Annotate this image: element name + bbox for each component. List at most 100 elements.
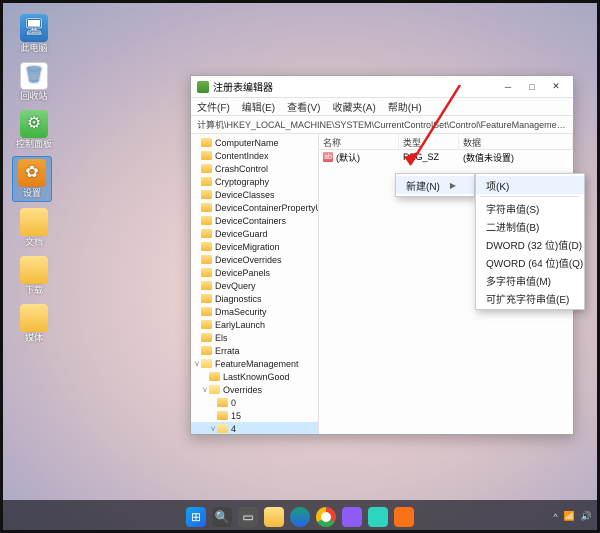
system-tray[interactable]: ^ 📶 🔊	[553, 511, 592, 522]
expand-toggle-icon[interactable]: v	[209, 424, 217, 433]
tree-node-label: EarlyLaunch	[215, 320, 265, 330]
tree-node[interactable]: ContentIndex	[191, 149, 318, 162]
col-type[interactable]: 类型	[399, 134, 459, 149]
tree-node-label: Cryptography	[215, 177, 269, 187]
tree-node[interactable]: LastKnownGood	[191, 370, 318, 383]
tree-node[interactable]: v Overrides	[191, 383, 318, 396]
taskbar-app-1[interactable]	[342, 507, 362, 527]
tray-chevron-icon[interactable]: ^	[553, 512, 557, 522]
desktop-icon-control-panel[interactable]: ⚙ 控制面板	[14, 110, 54, 150]
tree-node[interactable]: Els	[191, 331, 318, 344]
tree-node-label: LastKnownGood	[223, 372, 290, 382]
tree-node[interactable]: DeviceGuard	[191, 227, 318, 240]
tree-node-label: DeviceGuard	[215, 229, 268, 239]
value-type: REG_SZ	[399, 152, 459, 162]
menu-file[interactable]: 文件(F)	[197, 99, 230, 114]
desktop-icon-label: 回收站	[14, 92, 54, 102]
window-title: 注册表编辑器	[213, 79, 273, 94]
taskbar-edge[interactable]	[290, 507, 310, 527]
task-view-button[interactable]: ▭	[238, 507, 258, 527]
close-button[interactable]: ✕	[545, 80, 567, 94]
menu-item-string[interactable]: 字符串值(S)	[476, 199, 584, 217]
tree-node[interactable]: Diagnostics	[191, 292, 318, 305]
menu-favorites[interactable]: 收藏夹(A)	[332, 99, 375, 114]
menu-item-label: 可扩充字符串值(E)	[486, 291, 569, 306]
tree-node[interactable]: ComputerName	[191, 136, 318, 149]
menu-item-expandstring[interactable]: 可扩充字符串值(E)	[476, 289, 584, 307]
tree-node[interactable]: DevQuery	[191, 279, 318, 292]
tree-node[interactable]: DevicePanels	[191, 266, 318, 279]
col-name[interactable]: 名称	[319, 134, 399, 149]
menu-item-label: 项(K)	[486, 178, 509, 193]
value-row[interactable]: ab(默认)REG_SZ(数值未设置)	[319, 150, 573, 164]
menu-item-key[interactable]: 项(K)	[476, 176, 584, 194]
tree-node-label: Errata	[215, 346, 240, 356]
tree-node[interactable]: DeviceMigration	[191, 240, 318, 253]
tree-node-label: Overrides	[223, 385, 262, 395]
tree-node[interactable]: DmaSecurity	[191, 305, 318, 318]
folder-icon	[201, 307, 212, 316]
tree-node[interactable]: 15	[191, 409, 318, 422]
tree-node[interactable]: DeviceContainers	[191, 214, 318, 227]
desktop-icon-folder-2[interactable]: 下载	[14, 256, 54, 296]
tree-node[interactable]: v4	[191, 422, 318, 434]
desktop-icon-folder-3[interactable]: 媒体	[14, 304, 54, 344]
tree-node-label: DeviceClasses	[215, 190, 275, 200]
desktop-icon-label: 设置	[13, 189, 51, 199]
tray-volume-icon[interactable]: 🔊	[581, 511, 592, 522]
folder-icon	[209, 385, 220, 394]
expand-toggle-icon[interactable]: v	[201, 385, 209, 394]
folder-icon	[20, 256, 48, 284]
tree-node-label: 4	[231, 424, 236, 434]
minimize-button[interactable]: ─	[497, 80, 519, 94]
col-data[interactable]: 数据	[459, 134, 573, 149]
titlebar[interactable]: 注册表编辑器 ─ □ ✕	[191, 76, 573, 98]
tray-network-icon[interactable]: 📶	[564, 511, 575, 522]
context-submenu-new: 项(K) 字符串值(S) 二进制值(B) DWORD (32 位)值(D) QW…	[475, 173, 585, 310]
start-button[interactable]: ⊞	[186, 507, 206, 527]
tree-node-label: FeatureManagement	[215, 359, 299, 369]
menu-item-dword[interactable]: DWORD (32 位)值(D)	[476, 235, 584, 253]
tree-node[interactable]: EarlyLaunch	[191, 318, 318, 331]
taskbar-app-2[interactable]	[368, 507, 388, 527]
desktop-icon-settings[interactable]: ✿ 设置	[12, 156, 52, 202]
folder-icon	[20, 304, 48, 332]
address-bar[interactable]: 计算机\HKEY_LOCAL_MACHINE\SYSTEM\CurrentCon…	[191, 116, 573, 134]
desktop-icon-this-pc[interactable]: 🖥 此电脑	[14, 14, 54, 54]
menu-item-binary[interactable]: 二进制值(B)	[476, 217, 584, 235]
tree-node[interactable]: DeviceClasses	[191, 188, 318, 201]
menu-item-qword[interactable]: QWORD (64 位)值(Q)	[476, 253, 584, 271]
tree-node[interactable]: CrashControl	[191, 162, 318, 175]
desktop-icon-folder-1[interactable]: 文档	[14, 208, 54, 248]
tree-node[interactable]: DeviceOverrides	[191, 253, 318, 266]
tree-node-label: DeviceOverrides	[215, 255, 282, 265]
menu-edit[interactable]: 编辑(E)	[242, 99, 275, 114]
taskbar-search[interactable]: 🔍	[212, 507, 232, 527]
tree-pane[interactable]: ComputerNameContentIndexCrashControl Cryp…	[191, 134, 319, 434]
values-header: 名称 类型 数据	[319, 134, 573, 150]
tree-node-label: DevQuery	[215, 281, 256, 291]
tree-node[interactable]: v FeatureManagement	[191, 357, 318, 370]
menubar: 文件(F) 编辑(E) 查看(V) 收藏夹(A) 帮助(H)	[191, 98, 573, 116]
menu-help[interactable]: 帮助(H)	[388, 99, 422, 114]
tree-node-label: 15	[231, 411, 241, 421]
folder-icon	[20, 208, 48, 236]
tree-node[interactable]: Cryptography	[191, 175, 318, 188]
folder-icon	[217, 411, 228, 420]
pc-icon: 🖥	[20, 14, 48, 42]
taskbar-app-3[interactable]	[394, 507, 414, 527]
desktop-icon-recycle-bin[interactable]: 🗑 回收站	[14, 62, 54, 102]
expand-toggle-icon[interactable]: v	[193, 359, 201, 368]
menu-view[interactable]: 查看(V)	[287, 99, 320, 114]
value-data: (数值未设置)	[459, 151, 573, 164]
menu-item-new[interactable]: 新建(N) ▶	[396, 176, 474, 194]
tree-node[interactable]: Errata	[191, 344, 318, 357]
tree-node[interactable]: DeviceContainerPropertyUpda	[191, 201, 318, 214]
maximize-button[interactable]: □	[521, 80, 543, 94]
taskbar-chrome[interactable]	[316, 507, 336, 527]
menu-item-label: 多字符串值(M)	[486, 273, 551, 288]
taskbar-explorer[interactable]	[264, 507, 284, 527]
desktop-icon-label: 媒体	[14, 334, 54, 344]
tree-node[interactable]: 0	[191, 396, 318, 409]
menu-item-multistring[interactable]: 多字符串值(M)	[476, 271, 584, 289]
